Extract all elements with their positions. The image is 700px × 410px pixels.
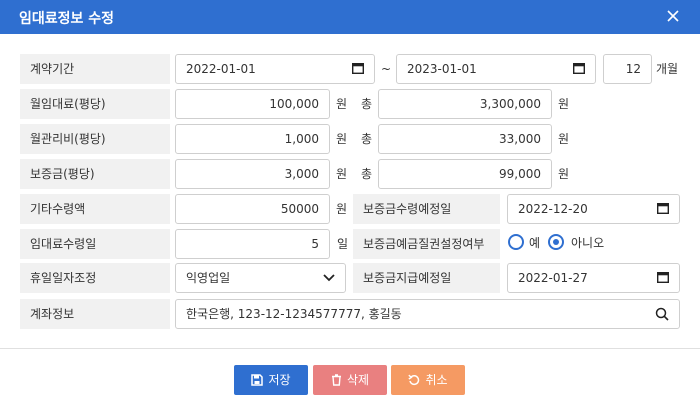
footer-divider [0, 348, 700, 349]
label-deposit-payment-date: 보증금지급예정일 [353, 263, 500, 293]
rent-unit: 원 [336, 97, 348, 111]
calendar-icon[interactable] [657, 272, 669, 283]
delete-button-label: 삭제 [346, 373, 370, 387]
contract-end-date-input[interactable]: 2023-01-01 [396, 54, 596, 84]
deposit-receipt-date-value: 2022-12-20 [518, 202, 588, 216]
mgmt-total-input[interactable]: 33,000 [378, 124, 552, 154]
calendar-icon[interactable] [657, 203, 669, 214]
label-rent-receipt-day: 임대료수령일 [20, 229, 170, 259]
search-icon[interactable] [655, 307, 669, 321]
delete-button[interactable]: 삭제 [313, 365, 387, 395]
contract-end-value: 2023-01-01 [407, 62, 477, 76]
date-range-separator: ~ [381, 62, 392, 76]
deposit-total-unit: 원 [558, 167, 570, 181]
calendar-icon[interactable] [352, 63, 364, 74]
deposit-unit: 원 [336, 167, 348, 181]
label-deposit: 보증금(평당) [20, 159, 170, 189]
dialog-title: 임대료정보 수정 [19, 11, 115, 27]
save-button[interactable]: 저장 [234, 365, 308, 395]
cancel-button[interactable]: 취소 [391, 365, 465, 395]
deposit-receipt-date-input[interactable]: 2022-12-20 [507, 194, 680, 224]
trash-icon [331, 374, 341, 386]
rent-receipt-day-unit: 일 [337, 237, 349, 251]
deposit-payment-date-input[interactable]: 2022-01-27 [507, 263, 680, 293]
label-monthly-mgmt: 월관리비(평당) [20, 124, 170, 154]
monthly-rent-input[interactable]: 100,000 [175, 89, 330, 119]
label-holiday-adjust: 휴일일자조정 [20, 263, 170, 293]
mgmt-unit: 원 [336, 132, 348, 146]
label-contract-period: 계약기간 [20, 54, 170, 84]
close-icon[interactable] [662, 5, 684, 27]
holiday-adjust-value: 익영업일 [186, 271, 231, 285]
label-deposit-receipt-date: 보증금수령예정일 [353, 194, 500, 224]
contract-start-value: 2022-01-01 [186, 62, 256, 76]
monthly-mgmt-input[interactable]: 1,000 [175, 124, 330, 154]
other-income-input[interactable]: 50000 [175, 194, 330, 224]
mgmt-total-unit: 원 [558, 132, 570, 146]
mgmt-total-label: 총 [361, 132, 373, 146]
rent-total-label: 총 [361, 97, 373, 111]
pledge-no-label[interactable]: 아니오 [571, 228, 604, 258]
other-income-unit: 원 [336, 202, 348, 216]
deposit-payment-date-value: 2022-01-27 [518, 271, 588, 285]
rent-total-input[interactable]: 3,300,000 [378, 89, 552, 119]
label-other-income: 기타수령액 [20, 194, 170, 224]
contract-start-date-input[interactable]: 2022-01-01 [175, 54, 375, 84]
label-monthly-rent: 월임대료(평당) [20, 89, 170, 119]
cancel-button-label: 취소 [425, 373, 448, 387]
chevron-down-icon[interactable] [323, 274, 335, 282]
contract-months-input[interactable]: 12 [603, 54, 652, 84]
months-unit: 개월 [656, 62, 679, 76]
pledge-yes-label[interactable]: 예 [529, 228, 540, 258]
deposit-input[interactable]: 3,000 [175, 159, 330, 189]
rent-receipt-day-input[interactable]: 5 [175, 229, 330, 259]
account-info-value: 한국은행, 123-12-1234577777, 홍길동 [186, 307, 402, 321]
pledge-yes-radio[interactable] [508, 234, 524, 250]
account-info-input[interactable]: 한국은행, 123-12-1234577777, 홍길동 [175, 299, 680, 329]
save-icon [251, 374, 264, 386]
deposit-total-input[interactable]: 99,000 [378, 159, 552, 189]
dialog-header: 임대료정보 수정 [0, 0, 700, 34]
undo-icon [408, 374, 420, 386]
label-deposit-pledge: 보증금예금질권설정여부 [353, 229, 500, 259]
label-account-info: 계좌정보 [20, 299, 170, 329]
calendar-icon[interactable] [573, 63, 585, 74]
deposit-total-label: 총 [361, 167, 373, 181]
rent-total-unit: 원 [558, 97, 570, 111]
pledge-no-radio[interactable] [548, 234, 564, 250]
holiday-adjust-select[interactable]: 익영업일 [175, 263, 346, 293]
save-button-label: 저장 [268, 373, 291, 387]
